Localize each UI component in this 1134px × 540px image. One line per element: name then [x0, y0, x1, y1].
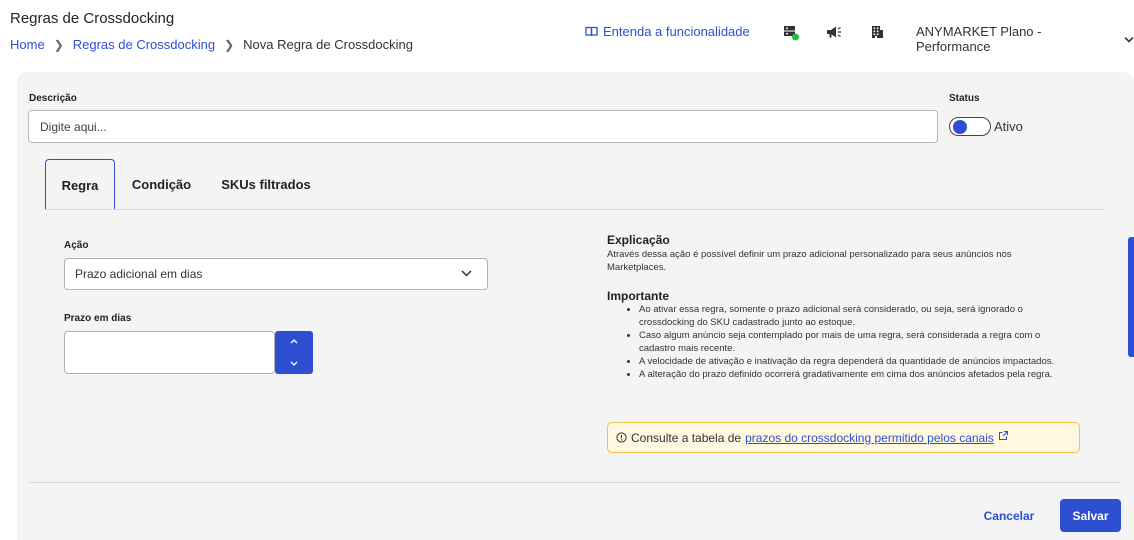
- breadcrumb-current: Nova Regra de Crossdocking: [243, 37, 413, 52]
- account-selector[interactable]: ANYMARKET Plano - Performance: [916, 24, 1134, 54]
- action-label: Ação: [64, 240, 89, 251]
- breadcrumb-parent[interactable]: Regras de Crossdocking: [73, 37, 215, 52]
- building-icon[interactable]: [867, 22, 887, 42]
- megaphone-icon[interactable]: [824, 22, 844, 42]
- list-item: A velocidade de ativação e inativação da…: [639, 355, 1079, 368]
- help-link[interactable]: Entenda a funcionalidade: [585, 24, 750, 39]
- status-label: Status: [949, 93, 980, 104]
- action-select[interactable]: Prazo adicional em dias: [64, 258, 488, 290]
- crossdocking-notice: Consulte a tabela de prazos do crossdock…: [607, 422, 1080, 453]
- days-input[interactable]: [64, 331, 275, 374]
- status-toggle[interactable]: [949, 117, 991, 136]
- chevron-down-icon: [461, 270, 472, 277]
- external-link-icon[interactable]: [998, 430, 1009, 441]
- server-status-icon[interactable]: [781, 22, 801, 42]
- chevron-right-icon: ❯: [53, 37, 64, 52]
- cancel-button[interactable]: Cancelar: [975, 500, 1043, 532]
- days-stepper: [275, 331, 313, 374]
- important-title: Importante: [607, 289, 670, 303]
- save-button[interactable]: Salvar: [1060, 499, 1121, 532]
- top-bar: Regras de Crossdocking Home ❯ Regras de …: [0, 0, 1134, 64]
- toggle-knob: [953, 119, 967, 134]
- tab-bar: Regra Condição SKUs filtrados: [45, 159, 324, 210]
- info-icon: [616, 432, 627, 443]
- breadcrumb-home[interactable]: Home: [10, 37, 45, 52]
- scrollbar-thumb[interactable]: [1128, 237, 1134, 357]
- page-title: Regras de Crossdocking: [10, 10, 175, 27]
- chevron-down-icon: [1124, 36, 1134, 43]
- chevron-down-icon: [290, 361, 298, 366]
- breadcrumb: Home ❯ Regras de Crossdocking ❯ Nova Reg…: [10, 37, 413, 52]
- crossdocking-table-link[interactable]: prazos do crossdocking permitido pelos c…: [745, 431, 994, 445]
- explanation-title: Explicação: [607, 233, 670, 247]
- account-name: ANYMARKET Plano - Performance: [916, 24, 1042, 54]
- days-label: Prazo em dias: [64, 313, 132, 324]
- list-item: A alteração do prazo definido ocorrerá g…: [639, 368, 1079, 381]
- footer-divider: [29, 482, 1121, 483]
- help-link-label: Entenda a funcionalidade: [603, 24, 750, 39]
- important-list: Ao ativar essa regra, somente o prazo ad…: [639, 303, 1079, 381]
- tab-skus-filtrados[interactable]: SKUs filtrados: [208, 159, 324, 210]
- decrement-button[interactable]: [275, 353, 313, 375]
- description-label: Descrição: [29, 93, 77, 104]
- notice-text: Consulte a tabela de: [631, 430, 742, 445]
- list-item: Ao ativar essa regra, somente o prazo ad…: [639, 303, 1079, 329]
- chevron-right-icon: ❯: [224, 37, 235, 52]
- explanation-text: Através dessa ação é possível definir um…: [607, 249, 1012, 273]
- chevron-up-icon: [290, 339, 298, 344]
- action-select-value: Prazo adicional em dias: [75, 267, 203, 281]
- tab-regra[interactable]: Regra: [45, 159, 115, 210]
- tab-condicao[interactable]: Condição: [115, 159, 208, 210]
- description-input[interactable]: [28, 110, 938, 143]
- list-item: Caso algum anúncio seja contemplado por …: [639, 329, 1079, 355]
- book-icon: [585, 26, 598, 37]
- status-value: Ativo: [994, 119, 1023, 134]
- increment-button[interactable]: [275, 331, 313, 353]
- tab-divider: [45, 209, 1105, 210]
